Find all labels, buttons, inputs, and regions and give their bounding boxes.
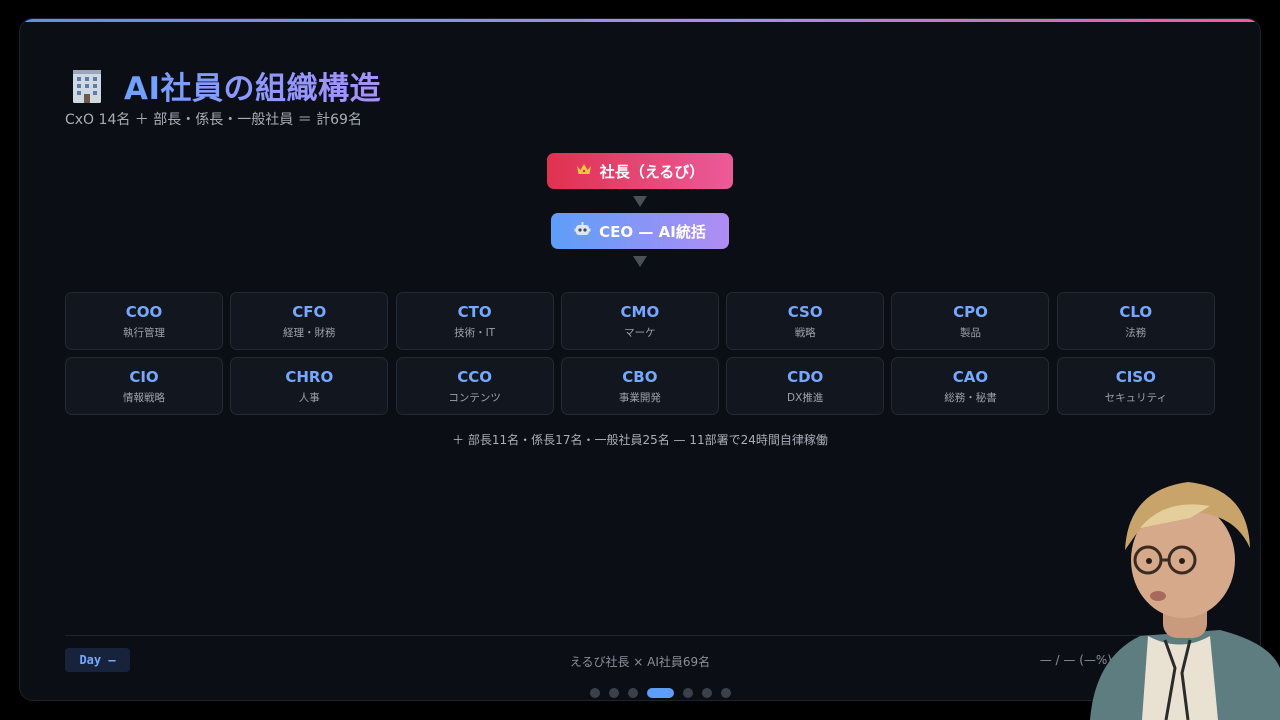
cxo-role: 事業開発	[618, 391, 661, 404]
cxo-role: 情報戦略	[123, 391, 165, 404]
cxo-card-coo: COO 執行管理	[65, 292, 223, 350]
cxo-card-cso: CSO 戦略	[726, 292, 885, 350]
cxo-card-cpo: CPO 製品	[891, 292, 1050, 350]
cxo-code: CLO	[1119, 302, 1153, 321]
cxo-card-cio: CIO 情報戦略	[65, 357, 223, 415]
cxo-code: CAO	[952, 367, 989, 386]
cxo-card-cmo: CMO マーケ	[560, 292, 719, 350]
page-dot[interactable]	[683, 688, 693, 698]
cxo-code: CHRO	[285, 367, 334, 386]
office-building-icon	[68, 67, 108, 105]
robot-icon	[574, 221, 591, 241]
slide-pagination	[590, 688, 731, 698]
cxo-card-cdo: CDO DX推進	[726, 357, 885, 415]
ceo-node: CEO — AI統括	[551, 213, 729, 249]
cxo-role: 法務	[1125, 326, 1147, 339]
cxo-role: 人事	[298, 391, 320, 404]
cxo-role: 総務・秘書	[944, 391, 997, 404]
cxo-card-cfo: CFO 経理・財務	[230, 292, 389, 350]
cxo-card-cco: CCO コンテンツ	[395, 357, 554, 415]
down-arrow-icon	[633, 196, 647, 207]
cxo-code: CBO	[622, 367, 658, 386]
cxo-role: 経理・財務	[283, 326, 336, 339]
cxo-card-chro: CHRO 人事	[230, 357, 389, 415]
footer-divider	[65, 635, 1215, 636]
cxo-code: CPO	[953, 302, 988, 321]
cxo-code: CMO	[620, 302, 660, 321]
page-dot[interactable]	[702, 688, 712, 698]
page-dot[interactable]	[721, 688, 731, 698]
cxo-role: DX推進	[787, 391, 824, 404]
staff-note: ＋ 部長11名・係長17名・一般社員25名 — 11部署で24時間自律稼働	[452, 433, 828, 447]
presenter-webcam	[1070, 468, 1280, 720]
cxo-code: CCO	[457, 367, 492, 386]
cxo-code: CDO	[787, 367, 824, 386]
cxo-code: CTO	[457, 302, 492, 321]
cxo-code: CFO	[292, 302, 327, 321]
ceo-label: CEO — AI統括	[599, 222, 706, 241]
cxo-code: CSO	[787, 302, 823, 321]
org-chart-top: 社長（えるび） CEO — AI統括	[20, 153, 1260, 273]
president-label: 社長（えるび）	[599, 162, 705, 181]
title-row: AI社員の組織構造	[68, 63, 381, 108]
cxo-role: 執行管理	[123, 326, 165, 339]
cxo-grid: COO 執行管理 CFO 経理・財務 CTO 技術・IT CMO マーケ CSO 戦略 C…	[65, 292, 1217, 415]
page-subtitle: CxO 14名 ＋ 部長・係長・一般社員 ＝ 計69名	[65, 112, 362, 128]
cxo-role: 戦略	[794, 326, 816, 339]
cxo-card-clo: CLO 法務	[1056, 292, 1215, 350]
cxo-card-cao: CAO 総務・秘書	[891, 357, 1050, 415]
cxo-code: CIO	[129, 367, 159, 386]
page-dot-current[interactable]	[647, 688, 674, 698]
page-dot[interactable]	[628, 688, 638, 698]
crown-icon	[576, 162, 592, 180]
cxo-card-ciso: CISO セキュリティ	[1056, 357, 1215, 415]
cxo-role: コンテンツ	[448, 391, 501, 404]
cxo-role: 技術・IT	[454, 326, 496, 339]
slide-accent-bar	[20, 19, 1260, 22]
page-dot[interactable]	[590, 688, 600, 698]
cxo-card-cbo: CBO 事業開発	[560, 357, 719, 415]
cxo-role: 製品	[959, 326, 981, 339]
page-title: AI社員の組織構造	[124, 63, 381, 108]
cxo-card-cto: CTO 技術・IT	[395, 292, 554, 350]
cxo-code: COO	[125, 302, 163, 321]
cxo-role: セキュリティ	[1104, 391, 1167, 404]
down-arrow-icon	[633, 256, 647, 267]
president-node: 社長（えるび）	[547, 153, 733, 189]
page-dot[interactable]	[609, 688, 619, 698]
cxo-code: CISO	[1115, 367, 1156, 386]
cxo-role: マーケ	[624, 326, 656, 339]
